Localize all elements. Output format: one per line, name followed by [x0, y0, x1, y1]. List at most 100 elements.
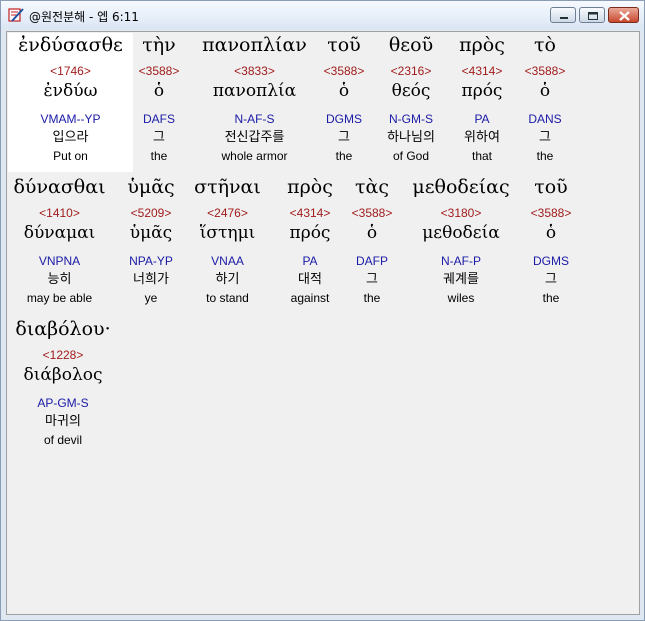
greek-word: τὰς: [355, 176, 389, 198]
parsing-code: VNPNA: [38, 254, 81, 268]
word-block[interactable]: μεθοδείας <3180> μεθοδεία N-AF-P 궤계를 wil…: [403, 175, 519, 314]
english-gloss: the: [150, 149, 168, 163]
word-block[interactable]: τὴν <3588> ὁ DAFS 그 the: [133, 33, 185, 172]
english-gloss: of God: [392, 149, 430, 163]
lemma: ὑμᾶς: [129, 223, 173, 243]
parsing-code: DAFS: [142, 112, 175, 126]
lemma: ὁ: [539, 81, 551, 101]
lemma: πρός: [461, 81, 503, 101]
parsing-code: AP-GM-S: [37, 396, 89, 410]
word-block[interactable]: πρὸς <4314> πρός PA 위하여 that: [451, 33, 513, 172]
english-gloss: of devil: [43, 433, 83, 447]
title-bar[interactable]: @원전분해 - 엡 6:11: [1, 1, 644, 29]
english-gloss: ye: [144, 291, 158, 305]
close-button[interactable]: [608, 7, 639, 23]
word-block[interactable]: πανοπλίαν <3833> πανοπλία N-AF-S 전신갑주를 w…: [192, 33, 317, 172]
strong-number[interactable]: <3588>: [318, 64, 370, 78]
greek-word: θεοῦ: [388, 34, 434, 56]
parsing-code: N-AF-P: [441, 254, 481, 268]
parsing-code: PA: [474, 112, 490, 126]
lemma: ἐνδύω: [43, 81, 98, 101]
greek-word: δύνασθαι: [13, 176, 106, 198]
word-block[interactable]: τὸ <3588> ὁ DANS 그 the: [518, 33, 572, 172]
word-block[interactable]: δύνασθαι <1410> δύναμαι VNPNA 능히 may be …: [8, 175, 111, 314]
strong-number[interactable]: <3588>: [133, 64, 185, 78]
greek-word: πρὸς: [459, 34, 505, 56]
word-block[interactable]: τοῦ <3588> ὁ DGMS 그 the: [523, 175, 579, 314]
lemma: μεθοδεία: [422, 223, 500, 243]
maximize-button[interactable]: [579, 7, 605, 23]
strong-number[interactable]: <1228>: [8, 348, 118, 362]
parsing-code: N-AF-S: [234, 112, 275, 126]
strong-number[interactable]: <5209>: [117, 206, 185, 220]
strong-number[interactable]: <3180>: [403, 206, 519, 220]
greek-word: διαβόλου·: [15, 318, 111, 340]
english-gloss: that: [471, 149, 492, 163]
english-gloss: the: [542, 291, 560, 305]
strong-number[interactable]: <3588>: [346, 206, 398, 220]
korean-gloss: 너희가: [133, 272, 169, 287]
minimize-button[interactable]: [550, 7, 576, 23]
greek-word: στῆναι: [194, 176, 261, 198]
korean-gloss: 위하여: [464, 130, 500, 145]
word-block[interactable]: πρὸς <4314> πρός PA 대적 against: [277, 175, 343, 314]
korean-gloss: 궤계를: [443, 272, 479, 287]
lemma: θεός: [391, 81, 431, 101]
greek-word: μεθοδείας: [412, 176, 510, 198]
lemma: διάβολος: [23, 365, 103, 385]
korean-gloss: 그: [338, 130, 350, 145]
english-gloss: wiles: [447, 291, 475, 305]
lemma: ὁ: [153, 81, 165, 101]
parsing-code: DANS: [528, 112, 562, 126]
word-block[interactable]: ὑμᾶς <5209> ὑμᾶς NPA-YP 너희가 ye: [117, 175, 185, 314]
strong-number[interactable]: <3588>: [518, 64, 572, 78]
strong-number[interactable]: <4314>: [277, 206, 343, 220]
strong-number[interactable]: <2476>: [190, 206, 265, 220]
word-block[interactable]: στῆναι <2476> ἵστημι VNAA 하기 to stand: [190, 175, 265, 314]
parsing-code: DGMS: [326, 112, 362, 126]
korean-gloss: 마귀의: [45, 414, 81, 429]
parsing-code: DGMS: [533, 254, 569, 268]
greek-word: τὴν: [142, 34, 176, 56]
strong-number[interactable]: <3833>: [192, 64, 317, 78]
english-gloss: the: [335, 149, 353, 163]
korean-gloss: 그: [539, 130, 551, 145]
maximize-icon: [588, 12, 598, 20]
korean-gloss: 그: [545, 272, 557, 287]
window-title: @원전분해 - 엡 6:11: [29, 10, 139, 24]
word-block[interactable]: ἐνδύσασθε <1746> ἐνδύω VMAM--YP 입으라 Put …: [8, 33, 133, 172]
lemma: ἵστημι: [199, 223, 256, 243]
korean-gloss: 전신갑주를: [224, 130, 285, 145]
korean-gloss: 하나님의: [387, 130, 435, 145]
word-block[interactable]: τοῦ <3588> ὁ DGMS 그 the: [318, 33, 370, 172]
strong-number[interactable]: <1410>: [8, 206, 111, 220]
strong-number[interactable]: <3588>: [523, 206, 579, 220]
english-gloss: the: [363, 291, 381, 305]
word-block[interactable]: τὰς <3588> ὁ DAFP 그 the: [346, 175, 398, 314]
parsing-code: PA: [302, 254, 318, 268]
english-gloss: may be able: [26, 291, 93, 305]
korean-gloss: 능히: [47, 272, 72, 287]
korean-gloss: 그: [366, 272, 378, 287]
lemma: ὁ: [545, 223, 557, 243]
analysis-panel: ἐνδύσασθε <1746> ἐνδύω VMAM--YP 입으라 Put …: [6, 31, 640, 615]
parsing-code: NPA-YP: [129, 254, 173, 268]
lemma: ὁ: [338, 81, 350, 101]
strong-number[interactable]: <1746>: [8, 64, 133, 78]
strong-number[interactable]: <4314>: [451, 64, 513, 78]
close-icon: [619, 11, 630, 21]
word-block[interactable]: θεοῦ <2316> θεός N-GM-S 하나님의 of God: [377, 33, 445, 172]
app-window: @원전분해 - 엡 6:11 ἐνδύσασθε <1746> ἐνδύω VM…: [0, 0, 645, 621]
lemma: πρός: [289, 223, 331, 243]
greek-word: τοῦ: [534, 176, 568, 198]
word-block[interactable]: διαβόλου· <1228> διάβολος AP-GM-S 마귀의 of…: [8, 317, 118, 456]
korean-gloss: 대적: [298, 272, 322, 287]
lemma: πανοπλία: [212, 81, 297, 101]
english-gloss: the: [536, 149, 554, 163]
book-pencil-icon: [8, 8, 24, 22]
english-gloss: whole armor: [221, 149, 288, 163]
strong-number[interactable]: <2316>: [377, 64, 445, 78]
english-gloss: to stand: [206, 291, 249, 305]
english-gloss: Put on: [53, 149, 88, 163]
parsing-code: VNAA: [211, 254, 244, 268]
